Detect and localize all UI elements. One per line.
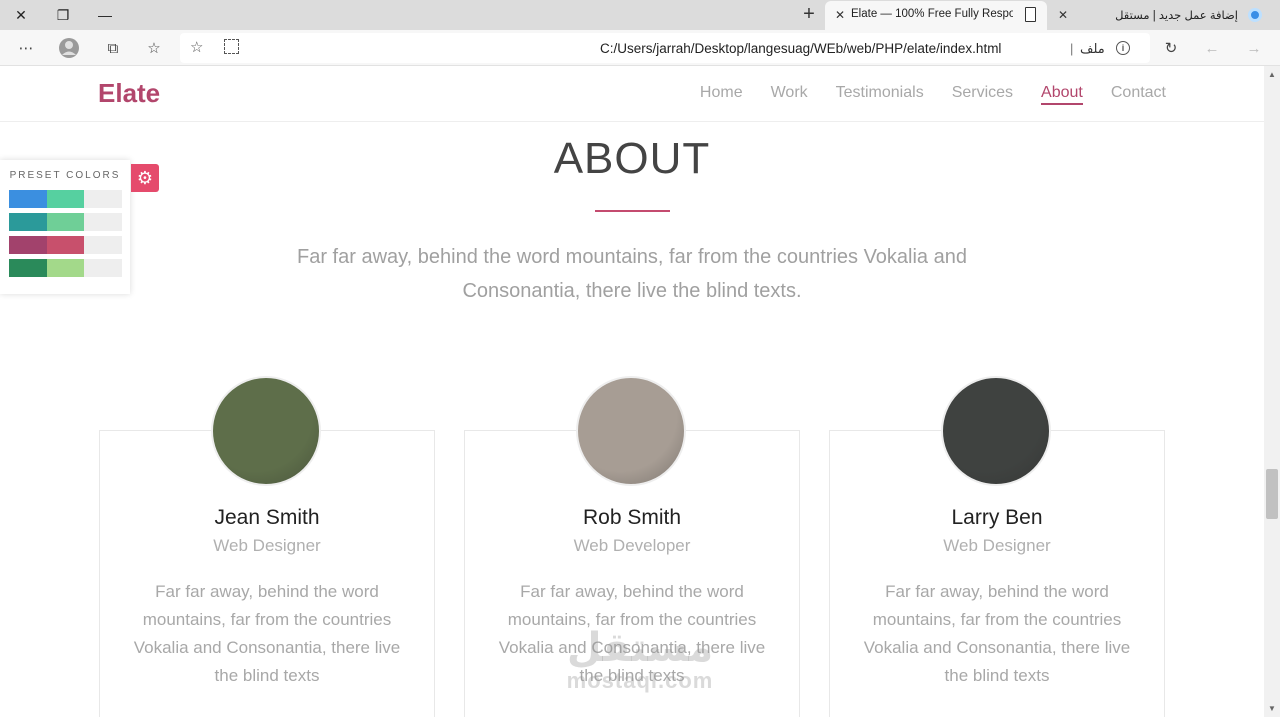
avatar [211,376,321,486]
tab-title: Elate — 100% Free Fully Respons [851,8,1013,20]
member-role: Web Designer [213,536,321,555]
member-description: Far far away, behind the word mountains,… [133,582,401,685]
tab-mostaql[interactable]: ✕ إضافة عمل جديد | مستقل [1048,1,1280,30]
site-favicon-icon [1248,8,1262,22]
color-swatch-4[interactable] [9,259,122,277]
nav-home[interactable]: Home [700,84,743,105]
page-scrollbar[interactable]: ▲ ▼ [1264,66,1280,717]
title-divider [595,210,670,212]
nav-about[interactable]: About [1041,84,1083,105]
tab-close-icon[interactable]: ✕ [1058,8,1068,22]
nav-services[interactable]: Services [952,84,1013,105]
member-name: Larry Ben [951,506,1043,529]
preset-colors-panel: PRESET COLORS [0,160,130,294]
nav-work[interactable]: Work [771,84,808,105]
favorites-list-icon[interactable]: ☆ [140,34,168,62]
read-aloud-icon[interactable] [224,39,239,54]
section-title: ABOUT [553,134,711,183]
site-logo[interactable]: Elate [98,78,160,109]
address-separator: | [1070,41,1074,56]
main-menu: Home Work Testimonials Services About Co… [700,84,1166,105]
tab-title: إضافة عمل جديد | مستقل [1115,10,1238,22]
url-text: C:/Users/jarrah/Desktop/langesuag/WEb/we… [600,41,1002,56]
section-intro: Far far away, behind the word mountains,… [297,246,967,302]
window-close-icon[interactable]: ✕ [0,0,42,30]
browser-toolbar: ⋯ ⧉ ☆ ☆ C:/Users/jarrah/Desktop/langesua… [0,30,1280,66]
avatar [576,376,686,486]
watermark-url: mostaql.com [566,668,714,693]
file-icon [1025,7,1036,22]
refresh-icon[interactable]: ↻ [1157,34,1185,62]
gear-icon[interactable]: ⚙ [131,164,159,192]
nav-contact[interactable]: Contact [1111,84,1166,105]
member-description: Far far away, behind the word mountains,… [863,582,1131,685]
favorite-star-icon[interactable]: ☆ [190,38,203,56]
window-minimize-icon[interactable]: — [84,0,126,30]
color-swatch-3[interactable] [9,236,122,254]
collections-icon[interactable]: ⧉ [99,34,127,62]
nav-testimonials[interactable]: Testimonials [836,84,924,105]
more-options-icon[interactable]: ⋯ [12,34,40,62]
forward-icon[interactable]: ← [1198,34,1226,62]
scroll-down-icon[interactable]: ▼ [1268,704,1276,713]
tab-close-icon[interactable]: ✕ [835,8,845,22]
browser-tab-bar: ✕ ❐ — + ✕ Elate — 100% Free Fully Respon… [0,0,1280,30]
preset-colors-title: PRESET COLORS [9,170,121,181]
watermark: مستقل mostaql.com [560,626,720,692]
tab-elate[interactable]: ✕ Elate — 100% Free Fully Respons [825,1,1047,30]
color-swatch-2[interactable] [9,213,122,231]
avatar [941,376,1051,486]
color-swatch-1[interactable] [9,190,122,208]
page-viewport: Elate Home Work Testimonials Services Ab… [0,66,1264,717]
member-role: Web Developer [573,536,691,555]
scroll-up-icon[interactable]: ▲ [1268,70,1276,79]
scroll-thumb[interactable] [1266,469,1278,519]
protocol-label: ملف [1080,41,1105,56]
new-tab-icon[interactable]: + [796,2,822,28]
member-role: Web Designer [943,536,1051,555]
member-name: Jean Smith [214,506,320,529]
back-icon[interactable]: → [1240,34,1268,62]
window-restore-icon[interactable]: ❐ [42,0,84,30]
address-bar[interactable]: ☆ C:/Users/jarrah/Desktop/langesuag/WEb/… [180,33,1150,63]
profile-icon[interactable] [55,34,83,62]
site-navbar: Elate Home Work Testimonials Services Ab… [0,66,1264,122]
info-icon[interactable]: i [1116,41,1130,55]
watermark-arabic: مستقل [566,626,714,670]
member-name: Rob Smith [582,506,682,529]
